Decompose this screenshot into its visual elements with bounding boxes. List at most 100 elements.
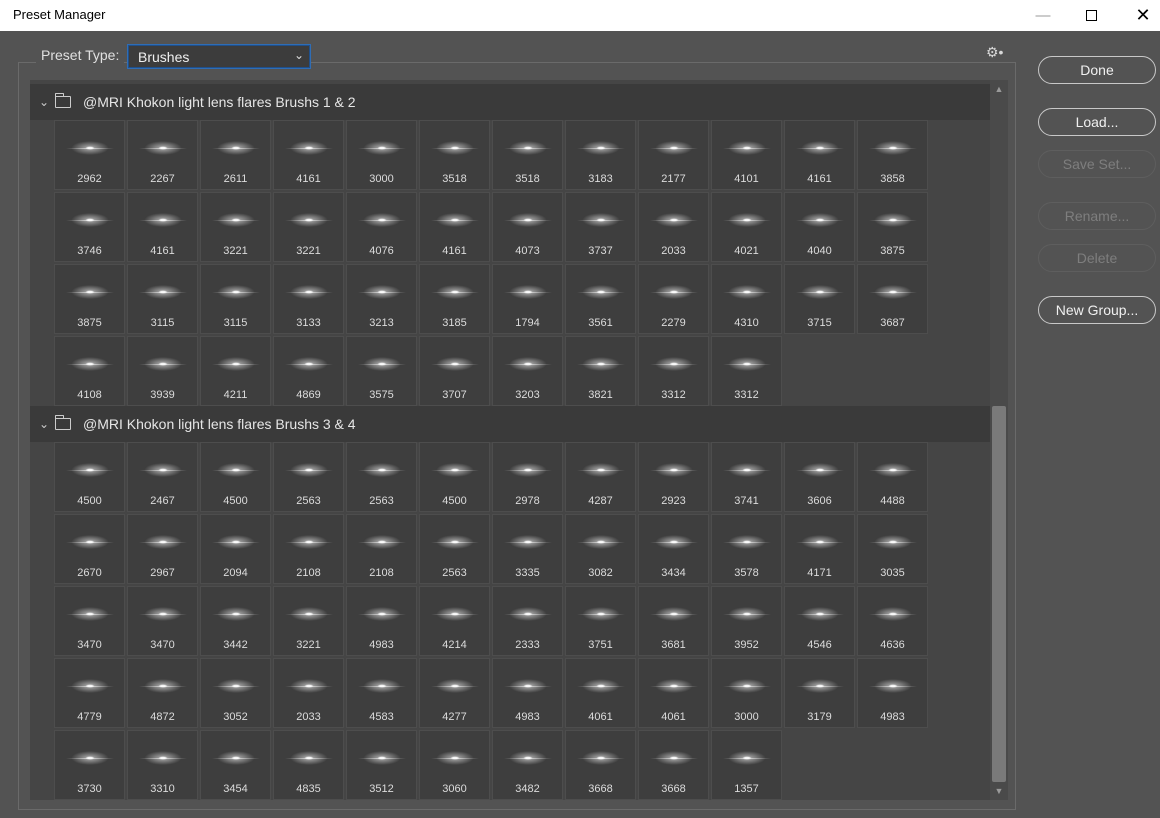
brush-tile[interactable]: 2978: [492, 442, 563, 512]
brush-tile[interactable]: 3454: [200, 730, 271, 800]
brush-tile[interactable]: 3000: [346, 120, 417, 190]
close-button[interactable]: ✕: [1120, 0, 1160, 31]
brush-tile[interactable]: 4021: [711, 192, 782, 262]
brush-tile[interactable]: 4500: [419, 442, 490, 512]
brush-tile[interactable]: 4983: [346, 586, 417, 656]
brush-tile[interactable]: 4161: [419, 192, 490, 262]
brush-tile[interactable]: 4161: [127, 192, 198, 262]
scrollbar-thumb[interactable]: [992, 406, 1006, 782]
brush-tile[interactable]: 3575: [346, 336, 417, 406]
brush-tile[interactable]: 2563: [346, 442, 417, 512]
brush-tile[interactable]: 3512: [346, 730, 417, 800]
brush-tile[interactable]: 2962: [54, 120, 125, 190]
brush-tile[interactable]: 3707: [419, 336, 490, 406]
brush-tile[interactable]: 3578: [711, 514, 782, 584]
brush-tile[interactable]: 2333: [492, 586, 563, 656]
brush-tile[interactable]: 3482: [492, 730, 563, 800]
brush-tile[interactable]: 4488: [857, 442, 928, 512]
brush-tile[interactable]: 4983: [492, 658, 563, 728]
brush-tile[interactable]: 3737: [565, 192, 636, 262]
brush-tile[interactable]: 4835: [273, 730, 344, 800]
brush-tile[interactable]: 3751: [565, 586, 636, 656]
brush-tile[interactable]: 4171: [784, 514, 855, 584]
brush-tile[interactable]: 3213: [346, 264, 417, 334]
brush-tile[interactable]: 3518: [492, 120, 563, 190]
brush-tile[interactable]: 2563: [419, 514, 490, 584]
brush-tile[interactable]: 3221: [273, 192, 344, 262]
brush-tile[interactable]: 3875: [54, 264, 125, 334]
group-header-1[interactable]: ⌄ @MRI Khokon light lens flares Brushs 1…: [30, 84, 990, 120]
brush-tile[interactable]: 4073: [492, 192, 563, 262]
brush-tile[interactable]: 3730: [54, 730, 125, 800]
brush-tile[interactable]: 3000: [711, 658, 782, 728]
brush-tile[interactable]: 1357: [711, 730, 782, 800]
brush-tile[interactable]: 4101: [711, 120, 782, 190]
brush-tile[interactable]: 3185: [419, 264, 490, 334]
brush-tile[interactable]: 3335: [492, 514, 563, 584]
brush-tile[interactable]: 2033: [273, 658, 344, 728]
brush-tile[interactable]: 3179: [784, 658, 855, 728]
brush-tile[interactable]: 4161: [273, 120, 344, 190]
brush-tile[interactable]: 4211: [200, 336, 271, 406]
brush-tile[interactable]: 2108: [273, 514, 344, 584]
brush-tile[interactable]: 3875: [857, 192, 928, 262]
brush-tile[interactable]: 2177: [638, 120, 709, 190]
brush-tile[interactable]: 2563: [273, 442, 344, 512]
brush-tile[interactable]: 3035: [857, 514, 928, 584]
minimize-button[interactable]: —: [1020, 0, 1066, 31]
brush-tile[interactable]: 4277: [419, 658, 490, 728]
brush-tile[interactable]: 2611: [200, 120, 271, 190]
brush-tile[interactable]: 3082: [565, 514, 636, 584]
brush-tile[interactable]: 4636: [857, 586, 928, 656]
brush-tile[interactable]: 3052: [200, 658, 271, 728]
brush-tile[interactable]: 4869: [273, 336, 344, 406]
brush-tile[interactable]: 3952: [711, 586, 782, 656]
chevron-down-icon[interactable]: ⌄: [33, 417, 55, 431]
brush-tile[interactable]: 2267: [127, 120, 198, 190]
brush-tile[interactable]: 3310: [127, 730, 198, 800]
brush-tile[interactable]: 2108: [346, 514, 417, 584]
brush-tile[interactable]: 2467: [127, 442, 198, 512]
brush-tile[interactable]: 3133: [273, 264, 344, 334]
brush-tile[interactable]: 3681: [638, 586, 709, 656]
load-button[interactable]: Load...: [1038, 108, 1156, 136]
brush-tile[interactable]: 3821: [565, 336, 636, 406]
scroll-up-icon[interactable]: ▲: [990, 84, 1008, 94]
brush-tile[interactable]: 3687: [857, 264, 928, 334]
brush-tile[interactable]: 3312: [638, 336, 709, 406]
brush-tile[interactable]: 2967: [127, 514, 198, 584]
brush-tile[interactable]: 4076: [346, 192, 417, 262]
scroll-down-icon[interactable]: ▼: [990, 786, 1008, 796]
save-set-button[interactable]: Save Set...: [1038, 150, 1156, 178]
brush-tile[interactable]: 2923: [638, 442, 709, 512]
group-header-2[interactable]: ⌄ @MRI Khokon light lens flares Brushs 3…: [30, 406, 990, 442]
brush-tile[interactable]: 3221: [273, 586, 344, 656]
brush-tile[interactable]: 3312: [711, 336, 782, 406]
brush-tile[interactable]: 2279: [638, 264, 709, 334]
brush-tile[interactable]: 3203: [492, 336, 563, 406]
brush-tile[interactable]: 4500: [54, 442, 125, 512]
brush-tile[interactable]: 3939: [127, 336, 198, 406]
brush-tile[interactable]: 3470: [54, 586, 125, 656]
delete-button[interactable]: Delete: [1038, 244, 1156, 272]
brush-tile[interactable]: 4779: [54, 658, 125, 728]
brush-tile[interactable]: 4061: [565, 658, 636, 728]
brush-tile[interactable]: 3115: [127, 264, 198, 334]
brush-tile[interactable]: 3060: [419, 730, 490, 800]
brush-tile[interactable]: 3221: [200, 192, 271, 262]
brush-tile[interactable]: 3561: [565, 264, 636, 334]
brush-tile[interactable]: 4983: [857, 658, 928, 728]
rename-button[interactable]: Rename...: [1038, 202, 1156, 230]
brush-tile[interactable]: 3115: [200, 264, 271, 334]
brush-tile[interactable]: 3518: [419, 120, 490, 190]
gear-icon[interactable]: ⚙•: [986, 44, 1003, 61]
brush-tile[interactable]: 4500: [200, 442, 271, 512]
maximize-button[interactable]: [1068, 0, 1114, 31]
brush-tile[interactable]: 3442: [200, 586, 271, 656]
vertical-scrollbar[interactable]: ▲ ▼: [990, 80, 1008, 800]
brush-tile[interactable]: 3715: [784, 264, 855, 334]
brush-tile[interactable]: 4872: [127, 658, 198, 728]
brush-tile[interactable]: 4214: [419, 586, 490, 656]
brush-tile[interactable]: 3668: [638, 730, 709, 800]
brush-tile[interactable]: 4287: [565, 442, 636, 512]
